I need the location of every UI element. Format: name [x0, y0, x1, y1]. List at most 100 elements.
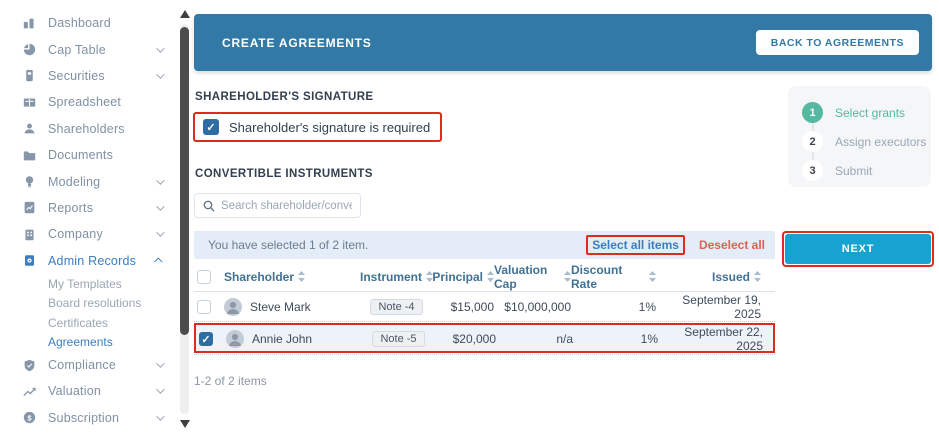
- valuation-cap-value: n/a: [556, 332, 573, 346]
- sidebar-item-dashboard[interactable]: Dashboard: [0, 10, 176, 36]
- sidebar: Dashboard Cap Table Securities Spreadshe…: [0, 0, 176, 436]
- principal-value: $15,000: [450, 299, 494, 314]
- step-select-grants[interactable]: 1 Select grants: [802, 98, 931, 127]
- sort-icon[interactable]: [487, 271, 494, 282]
- select-all-checkbox[interactable]: [197, 269, 211, 284]
- sidebar-item-subscription[interactable]: $ Subscription: [0, 405, 176, 431]
- table-row-selected[interactable]: ✓ Annie John Note -5 $20,000 n/a 1% Sept…: [194, 323, 775, 353]
- next-button-highlight: NEXT: [782, 231, 934, 267]
- chevron-down-icon: [156, 412, 165, 421]
- sidebar-item-label: Spreadsheet: [48, 95, 122, 110]
- sidebar-item-label: Securities: [48, 68, 105, 83]
- search-input[interactable]: [221, 199, 352, 212]
- page-title: CREATE AGREEMENTS: [222, 35, 372, 50]
- scroll-up-arrow-icon[interactable]: [180, 10, 190, 18]
- table-header-row: Shareholder Instrument Principal Valuati…: [194, 262, 775, 292]
- sidebar-item-shareholders[interactable]: Shareholders: [0, 116, 176, 142]
- sidebar-item-label: Cap Table: [48, 42, 106, 57]
- sidebar-subitem-board-resolutions[interactable]: Board resolutions: [0, 293, 176, 313]
- table-row[interactable]: Steve Mark Note -4 $15,000 $10,000,000 1…: [194, 292, 775, 322]
- dashboard-icon: [22, 16, 36, 30]
- chevron-down-icon: [156, 202, 165, 211]
- column-header-principal[interactable]: Principal: [432, 270, 494, 284]
- convertible-instruments-heading: CONVERTIBLE INSTRUMENTS: [195, 168, 373, 180]
- sidebar-item-label: Dashboard: [48, 16, 111, 31]
- sidebar-item-reports[interactable]: Reports: [0, 195, 176, 221]
- shareholder-name: Annie John: [252, 332, 313, 346]
- chevron-down-icon: [156, 175, 165, 185]
- valuation-cap-value: $10,000,000: [504, 299, 571, 314]
- sidebar-item-securities[interactable]: Securities: [0, 63, 176, 89]
- avatar: [226, 330, 244, 348]
- selection-bar: You have selected 1 of 2 item. Select al…: [194, 231, 775, 259]
- folder-icon: [22, 148, 36, 162]
- sidebar-scrollbar[interactable]: [178, 0, 191, 436]
- search-icon: [203, 200, 215, 212]
- step-label: Assign executors: [835, 134, 927, 149]
- pie-chart-icon: [22, 43, 36, 57]
- scrollbar-thumb[interactable]: [180, 27, 189, 335]
- sidebar-item-label: Documents: [48, 148, 114, 163]
- step-number-badge: 1: [802, 102, 823, 123]
- wizard-stepper: 1 Select grants 2 Assign executors 3 Sub…: [788, 86, 931, 187]
- step-number-badge: 2: [802, 131, 823, 152]
- sort-icon[interactable]: [298, 271, 306, 282]
- column-header-issued[interactable]: Issued: [656, 270, 775, 284]
- chevron-down-icon: [156, 70, 165, 79]
- instrument-badge: Note -4: [370, 298, 423, 315]
- sidebar-item-label: Company: [48, 227, 103, 242]
- chevron-down-icon: [156, 43, 165, 53]
- next-button[interactable]: NEXT: [785, 234, 931, 264]
- sidebar-item-modeling[interactable]: Modeling: [0, 168, 176, 194]
- avatar: [224, 297, 242, 316]
- admin-records-submenu: My Templates Board resolutions Certifica…: [0, 274, 176, 352]
- sidebar-item-company[interactable]: Company: [0, 221, 176, 247]
- chevron-up-icon: [154, 257, 163, 266]
- deselect-all-link[interactable]: Deselect all: [699, 238, 765, 252]
- sort-icon[interactable]: [564, 271, 571, 282]
- discount-rate-value: 1%: [638, 299, 656, 314]
- select-all-link[interactable]: Select all items: [586, 235, 685, 255]
- row-checkbox[interactable]: [197, 299, 211, 314]
- sidebar-item-label: Subscription: [48, 410, 120, 425]
- lightbulb-icon: [22, 175, 36, 189]
- column-header-shareholder[interactable]: Shareholder: [224, 270, 359, 284]
- step-assign-executors[interactable]: 2 Assign executors: [802, 127, 931, 156]
- sort-icon[interactable]: [649, 271, 656, 282]
- search-box: [194, 193, 361, 218]
- main-content: CREATE AGREEMENTS BACK TO AGREEMENTS SHA…: [193, 0, 939, 436]
- certificate-icon: [22, 69, 36, 83]
- column-header-valuation-cap[interactable]: Valuation Cap: [494, 263, 571, 291]
- column-header-discount-rate[interactable]: Discount Rate: [571, 263, 656, 291]
- column-header-instrument[interactable]: Instrument: [359, 270, 434, 284]
- sidebar-item-documents[interactable]: Documents: [0, 142, 176, 168]
- pagination-summary: 1-2 of 2 items: [194, 374, 267, 388]
- discount-rate-value: 1%: [640, 332, 658, 346]
- sort-icon[interactable]: [754, 271, 761, 282]
- chevron-down-icon: [156, 359, 165, 368]
- shareholder-name: Steve Mark: [250, 299, 311, 314]
- records-icon: [22, 254, 36, 268]
- sidebar-subitem-agreements[interactable]: Agreements: [0, 332, 176, 352]
- dollar-circle-icon: $: [22, 411, 36, 425]
- issued-date: September 19, 2025: [682, 292, 761, 321]
- sidebar-item-label: Admin Records: [48, 253, 137, 268]
- sidebar-subitem-certificates[interactable]: Certificates: [0, 313, 176, 333]
- principal-value: $20,000: [452, 332, 496, 346]
- trend-chart-icon: [22, 384, 36, 398]
- scroll-down-arrow-icon[interactable]: [180, 420, 190, 428]
- back-to-agreements-button[interactable]: BACK TO AGREEMENTS: [755, 30, 919, 55]
- sidebar-item-label: Modeling: [48, 174, 101, 189]
- page-header: CREATE AGREEMENTS BACK TO AGREEMENTS: [194, 14, 932, 71]
- sidebar-item-compliance[interactable]: Compliance: [0, 352, 176, 378]
- sidebar-item-cap-table[interactable]: Cap Table: [0, 36, 176, 62]
- person-icon: [22, 122, 36, 136]
- signature-checkbox-group: ✓ Shareholder's signature is required: [193, 112, 443, 142]
- step-submit[interactable]: 3 Submit: [802, 156, 931, 185]
- row-checkbox[interactable]: ✓: [199, 332, 213, 346]
- sidebar-item-valuation[interactable]: Valuation: [0, 378, 176, 404]
- sidebar-subitem-my-templates[interactable]: My Templates: [0, 274, 176, 294]
- sidebar-item-admin-records[interactable]: Admin Records: [0, 248, 176, 274]
- sidebar-item-spreadsheet[interactable]: Spreadsheet: [0, 89, 176, 115]
- signature-required-checkbox[interactable]: ✓: [203, 119, 219, 135]
